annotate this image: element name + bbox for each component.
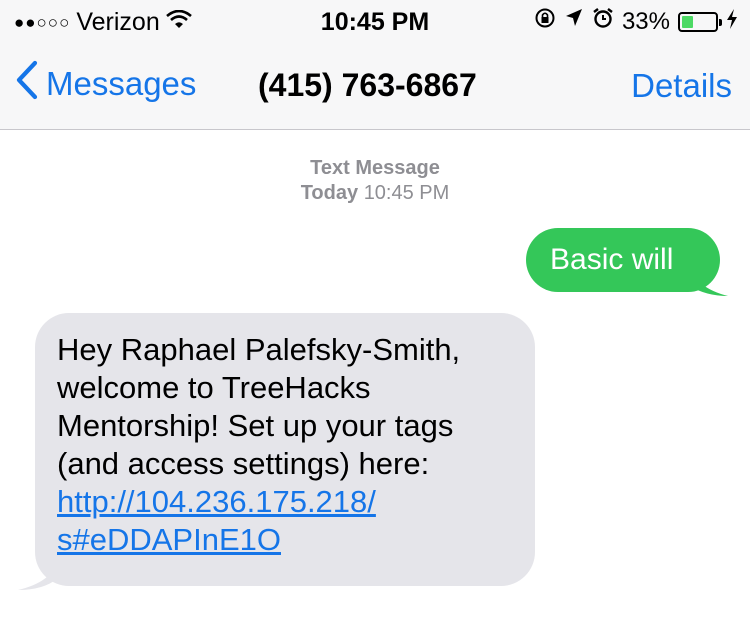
alarm-icon <box>592 7 614 36</box>
message-link-line-1[interactable]: http://104.236.175.218/ <box>57 484 376 519</box>
message-link[interactable]: s#eDDAPInE1O <box>57 521 515 559</box>
message-line: (and access settings) here: <box>57 446 430 481</box>
battery-percent: 33% <box>621 7 670 35</box>
received-message-bubble[interactable]: Hey Raphael Palefsky-Smith, welcome to T… <box>35 313 535 586</box>
conversation-title: (415) 763-6867 <box>258 67 477 103</box>
rotation-lock-icon <box>534 7 556 36</box>
chevron-left-icon <box>14 60 40 108</box>
message-link-line-2[interactable]: s#eDDAPInE1O <box>57 522 281 557</box>
back-button-label: Messages <box>46 65 197 102</box>
status-icons: 33% <box>534 7 738 36</box>
message-link[interactable]: http://104.236.175.218/ <box>57 483 515 521</box>
thread-header-type: Text Message <box>310 157 440 179</box>
thread-header-timestamp: Today 10:45 PM <box>0 182 750 205</box>
battery-icon <box>678 11 722 32</box>
message-line: Hey Raphael Palefsky-Smith, <box>57 332 461 367</box>
details-button[interactable]: Details <box>631 67 732 105</box>
back-button[interactable]: Messages <box>14 60 196 108</box>
message-line: Mentorship! Set up your tags <box>57 408 454 443</box>
message-line: welcome to TreeHacks <box>57 370 371 405</box>
charging-bolt-icon <box>726 9 738 34</box>
timestamp-time: 10:45 PM <box>363 182 450 204</box>
battery-level-fill <box>682 15 693 28</box>
sent-message-bubble[interactable]: Basic will <box>526 228 720 292</box>
location-arrow-icon <box>564 7 584 36</box>
timestamp-day: Today <box>300 182 359 204</box>
navigation-bar: Messages (415) 763-6867 Details <box>0 40 750 130</box>
status-bar: ●●○○○ Verizon 10:45 PM 33% <box>0 0 750 40</box>
